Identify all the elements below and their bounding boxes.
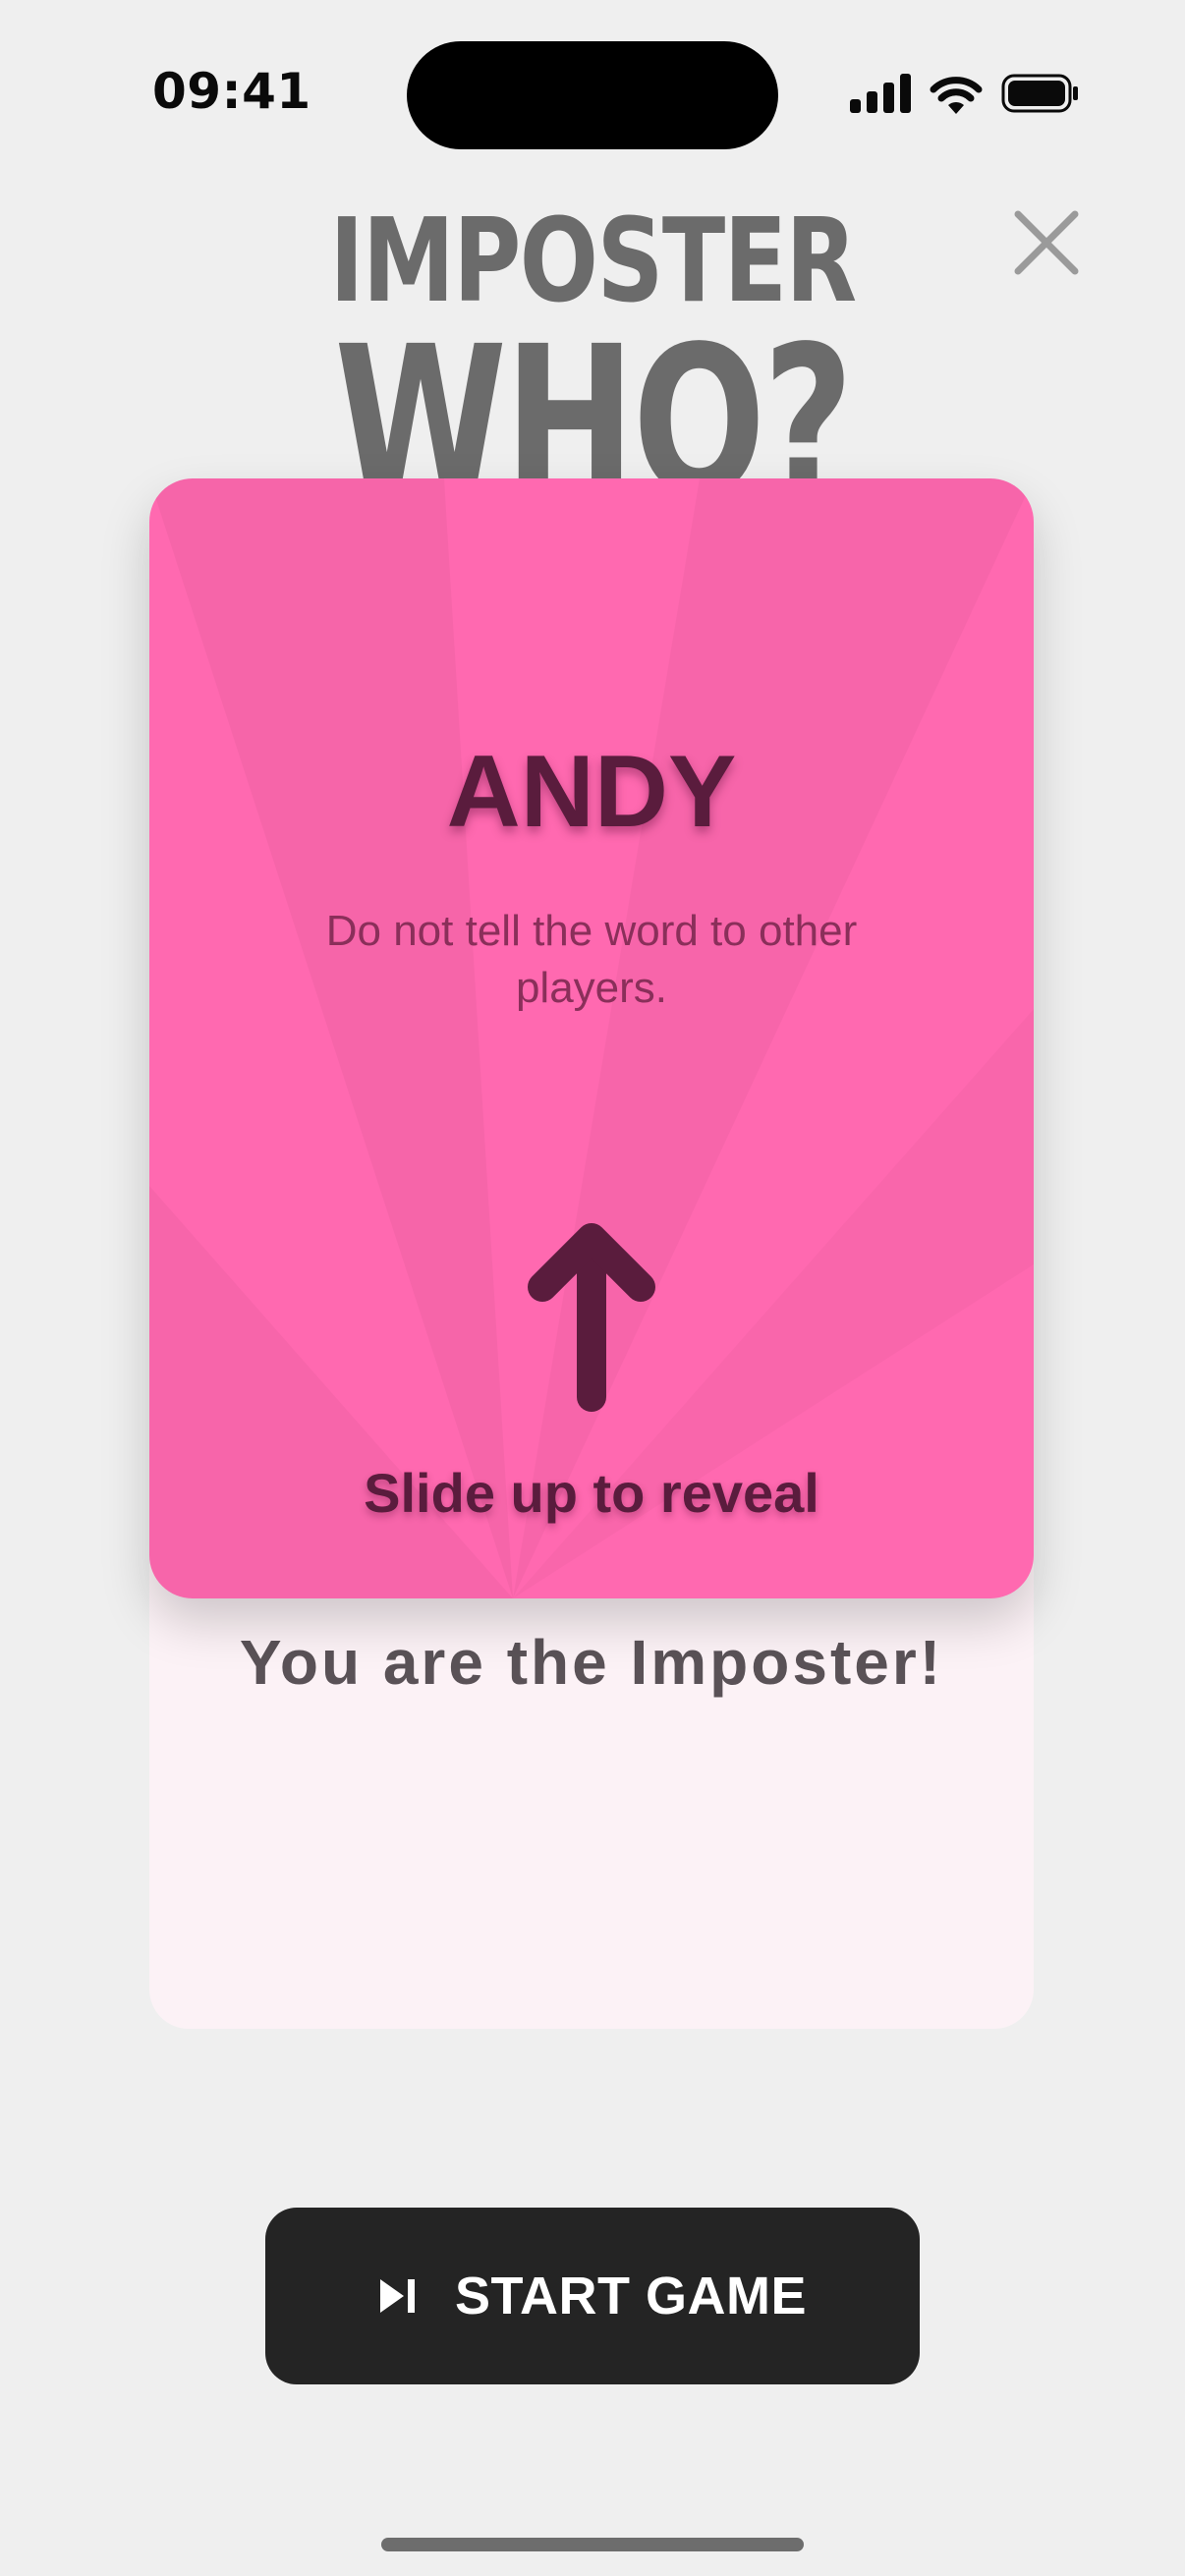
slide-up-label: Slide up to reveal: [364, 1462, 819, 1524]
status-icons: [850, 73, 1080, 114]
imposter-reveal-screen: 09:41 IMPOSTER WHO? You are the Imposter…: [0, 0, 1185, 2576]
cellular-signal-icon: [850, 74, 911, 113]
start-game-button[interactable]: START GAME: [265, 2208, 920, 2384]
home-indicator[interactable]: [381, 2538, 804, 2551]
battery-icon: [1001, 74, 1078, 113]
card-hint: Do not tell the word to other players.: [325, 907, 858, 1012]
arrow-up-icon: [528, 1223, 655, 1412]
start-game-label: START GAME: [455, 2267, 807, 2325]
card-ray-pattern: [149, 478, 1034, 1598]
imposter-reveal-text: You are the Imposter!: [239, 1627, 944, 1698]
dynamic-island: [407, 41, 778, 149]
status-time: 09:41: [152, 63, 311, 120]
player-name: ANDY: [446, 735, 737, 849]
wifi-icon: [930, 77, 983, 114]
skip-next-icon: [380, 2279, 415, 2313]
secret-card[interactable]: ANDY Do not tell the word to other playe…: [149, 478, 1034, 1598]
